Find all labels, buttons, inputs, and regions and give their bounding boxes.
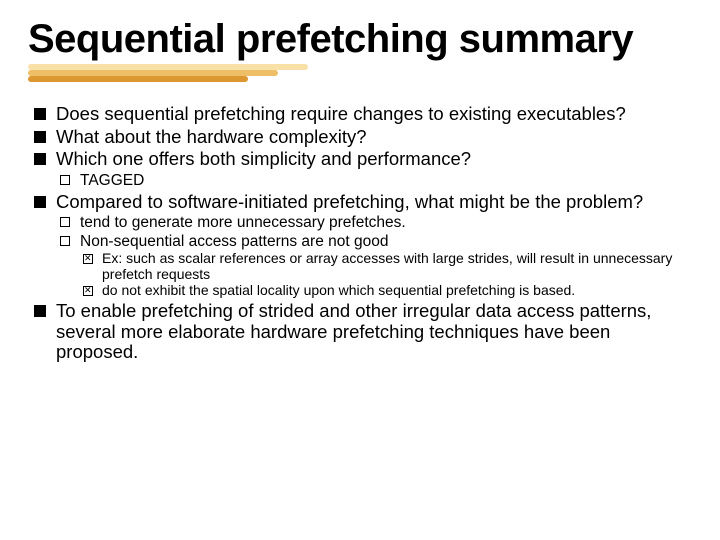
bullet-text: What about the hardware complexity? (56, 126, 367, 147)
bullet-item: To enable prefetching of strided and oth… (28, 301, 692, 363)
bullet-text: Which one offers both simplicity and per… (56, 148, 471, 169)
sub-bullet-text: Non-sequential access patterns are not g… (80, 233, 388, 250)
sub-bullet-item: TAGGED (56, 172, 692, 189)
subsub-bullet-item: do not exhibit the spatial locality upon… (80, 283, 692, 299)
bullet-item: Which one offers both simplicity and per… (28, 149, 692, 189)
subsub-bullet-text: do not exhibit the spatial locality upon… (102, 282, 575, 298)
slide-body: Does sequential prefetching require chan… (28, 104, 692, 363)
slide: Sequential prefetching summary Does sequ… (0, 0, 720, 540)
sub-bullet-text: tend to generate more unnecessary prefet… (80, 214, 406, 231)
bullet-item: Does sequential prefetching require chan… (28, 104, 692, 125)
slide-title: Sequential prefetching summary (28, 18, 692, 60)
subsub-bullet-text: Ex: such as scalar references or array a… (102, 250, 672, 282)
sub-bullet-item: Non-sequential access patterns are not g… (56, 233, 692, 299)
bullet-item: Compared to software-initiated prefetchi… (28, 192, 692, 299)
subsub-bullet-item: Ex: such as scalar references or array a… (80, 251, 692, 282)
bullet-item: What about the hardware complexity? (28, 127, 692, 148)
sub-bullet-text: TAGGED (80, 172, 144, 189)
title-underline (28, 64, 308, 84)
sub-bullet-item: tend to generate more unnecessary prefet… (56, 214, 692, 231)
bullet-text: To enable prefetching of strided and oth… (56, 300, 651, 362)
bullet-text: Does sequential prefetching require chan… (56, 103, 626, 124)
bullet-text: Compared to software-initiated prefetchi… (56, 191, 643, 212)
